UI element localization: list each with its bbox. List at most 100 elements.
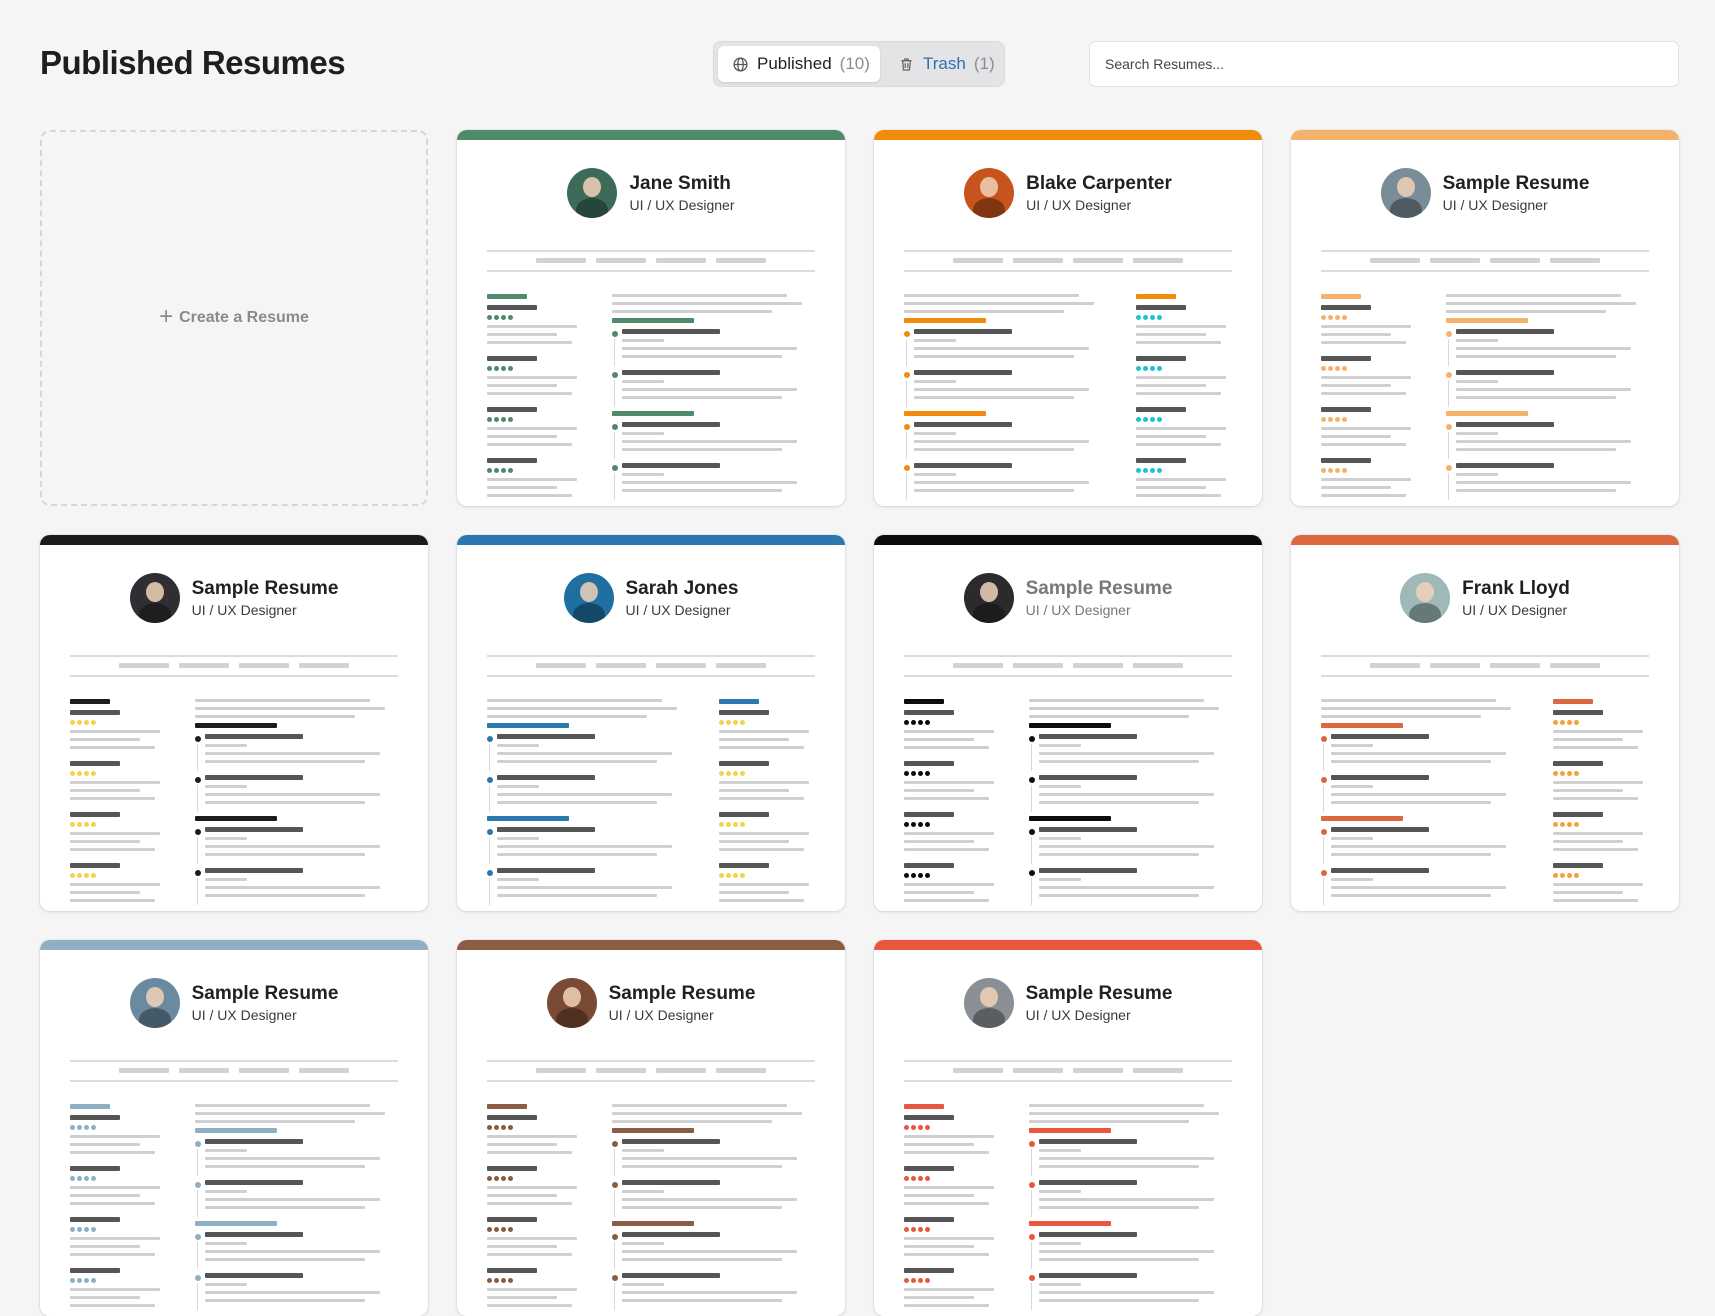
resume-card[interactable]: Sample Resume UI / UX Designer — [1291, 130, 1679, 506]
preview-line — [1039, 1242, 1081, 1245]
preview-line — [70, 1288, 160, 1291]
preview-entry — [1446, 329, 1636, 366]
preview-line — [1490, 663, 1540, 668]
preview-divider — [1321, 270, 1649, 272]
preview-line — [914, 347, 1089, 350]
preview-line — [1456, 489, 1616, 492]
preview-line — [656, 258, 706, 263]
preview-line — [904, 1194, 974, 1197]
resume-card[interactable]: Sample Resume UI / UX Designer — [457, 940, 845, 1316]
preview-line — [622, 422, 720, 427]
preview-entry — [1029, 734, 1219, 771]
preview-line — [1073, 663, 1123, 668]
preview-line — [205, 853, 365, 856]
preview-line — [1039, 1180, 1137, 1185]
preview-entry — [195, 1273, 385, 1310]
preview-line — [904, 1217, 954, 1222]
preview-divider — [487, 250, 815, 252]
preview-line — [904, 710, 954, 715]
preview-line — [487, 715, 647, 718]
preview-line — [1456, 448, 1616, 451]
preview-divider — [904, 675, 1232, 677]
tab-trash[interactable]: Trash (1) — [884, 46, 1002, 82]
preview-entry — [904, 370, 1094, 407]
preview-line — [719, 797, 804, 800]
trash-icon — [901, 57, 912, 71]
preview-entry — [1321, 868, 1511, 905]
preview-line — [904, 1135, 994, 1138]
preview-divider — [70, 655, 398, 657]
preview-line — [70, 1135, 160, 1138]
preview-line — [1321, 407, 1371, 412]
preview-entry — [1321, 827, 1511, 864]
preview-skill — [904, 1268, 994, 1307]
preview-line — [622, 355, 782, 358]
preview-line — [487, 1143, 557, 1146]
preview-line — [612, 310, 772, 313]
resume-role: UI / UX Designer — [1442, 197, 1548, 213]
preview-line — [1039, 827, 1137, 832]
resume-card[interactable]: Sample Resume UI / UX Designer — [874, 535, 1262, 911]
preview-line — [1370, 258, 1420, 263]
resume-role: UI / UX Designer — [629, 197, 735, 213]
preview-divider — [70, 675, 398, 677]
preview-line — [1133, 258, 1183, 263]
preview-line — [622, 440, 797, 443]
preview-line — [1331, 878, 1373, 881]
preview-line — [487, 1253, 572, 1256]
card-names: Sample Resume UI / UX Designer — [609, 983, 756, 1023]
preview-entry — [1029, 1180, 1219, 1217]
plus-icon: + — [159, 303, 174, 330]
preview-line — [1039, 752, 1214, 755]
preview-line — [497, 785, 539, 788]
preview-section-heading — [487, 816, 569, 821]
card-header: Frank Lloyd UI / UX Designer — [1291, 573, 1679, 623]
preview-line — [1136, 443, 1221, 446]
preview-entry — [612, 1232, 802, 1269]
preview-line — [70, 789, 140, 792]
preview-skill — [904, 1217, 994, 1256]
preview-line — [1039, 1291, 1214, 1294]
resume-card[interactable]: Sample Resume UI / UX Designer — [40, 940, 428, 1316]
create-resume-card[interactable]: + Create a Resume — [40, 130, 428, 506]
preview-line — [1331, 734, 1429, 739]
preview-line — [1456, 347, 1631, 350]
preview-line — [1039, 868, 1137, 873]
preview-line — [205, 1139, 303, 1144]
preview-line — [205, 837, 247, 840]
preview-section-heading — [487, 294, 527, 299]
preview-line — [70, 899, 155, 902]
resume-card[interactable]: Sample Resume UI / UX Designer — [40, 535, 428, 911]
preview-line — [1321, 486, 1391, 489]
preview-line — [904, 1143, 974, 1146]
preview-entry — [1446, 463, 1636, 500]
preview-line — [205, 785, 247, 788]
resume-card[interactable]: Frank Lloyd UI / UX Designer — [1291, 535, 1679, 911]
preview-line — [914, 440, 1089, 443]
card-names: Jane Smith UI / UX Designer — [629, 173, 734, 213]
preview-line — [1321, 325, 1411, 328]
preview-line — [1553, 789, 1623, 792]
preview-line — [205, 734, 303, 739]
preview-skill — [719, 863, 809, 902]
resume-card[interactable]: Sarah Jones UI / UX Designer — [457, 535, 845, 911]
preview-line — [719, 832, 809, 835]
preview-line — [622, 370, 720, 375]
preview-skill — [70, 863, 160, 902]
preview-section-heading — [1029, 816, 1111, 821]
resume-card[interactable]: Jane Smith UI / UX Designer — [457, 130, 845, 506]
tab-published[interactable]: Published (10) — [718, 46, 880, 82]
preview-skill — [487, 305, 577, 344]
preview-divider — [904, 655, 1232, 657]
preview-line — [487, 458, 537, 463]
preview-line — [1039, 775, 1137, 780]
search-input[interactable] — [1089, 41, 1679, 87]
resume-card[interactable]: Blake Carpenter UI / UX Designer — [874, 130, 1262, 506]
card-header: Sample Resume UI / UX Designer — [457, 978, 845, 1028]
preview-line — [205, 878, 247, 881]
preview-section-heading — [1029, 1128, 1111, 1133]
resume-card[interactable]: Sample Resume UI / UX Designer — [874, 940, 1262, 1316]
preview-line — [656, 663, 706, 668]
preview-line — [719, 738, 789, 741]
preview-line — [1490, 258, 1540, 263]
